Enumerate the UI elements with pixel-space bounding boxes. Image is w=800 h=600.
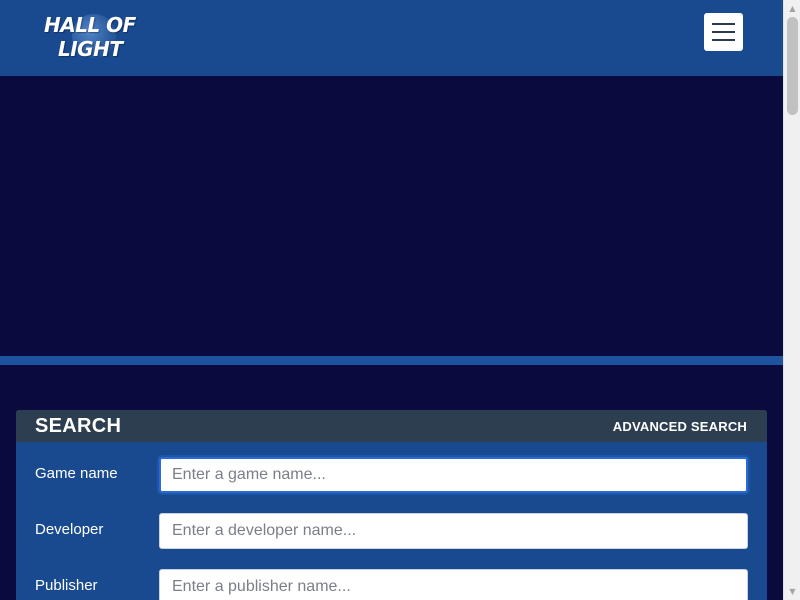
game-name-label: Game name: [35, 465, 118, 482]
search-title: SEARCH: [35, 415, 122, 437]
publisher-label: Publisher: [35, 577, 98, 594]
vertical-scrollbar[interactable]: ▲ ▼: [783, 0, 800, 600]
logo-text-line2: LIGHT: [58, 37, 123, 61]
advanced-search-link[interactable]: ADVANCED SEARCH: [613, 419, 747, 434]
search-panel-header: SEARCH ADVANCED SEARCH: [16, 410, 767, 442]
search-panel: SEARCH ADVANCED SEARCH Game name Develop…: [16, 410, 767, 600]
scroll-up-arrow-icon[interactable]: ▲: [784, 0, 800, 17]
scrollbar-thumb[interactable]: [787, 17, 798, 115]
browser-viewport: HALL OF LIGHT SEARCH ADVANCED SEARCH Gam…: [0, 0, 800, 600]
page: HALL OF LIGHT SEARCH ADVANCED SEARCH Gam…: [0, 0, 783, 600]
hamburger-menu-icon: [712, 23, 735, 25]
hall-of-light-logo[interactable]: HALL OF LIGHT: [44, 12, 136, 64]
hamburger-menu-icon-bar: [712, 31, 735, 33]
hamburger-menu-button[interactable]: [704, 13, 743, 51]
logo-text-line1: HALL OF: [44, 13, 136, 37]
hero-banner: [0, 76, 783, 356]
game-name-input[interactable]: [159, 457, 748, 493]
developer-label: Developer: [35, 521, 104, 538]
hero-divider-stripe: [0, 356, 783, 365]
hamburger-menu-icon-bar: [712, 39, 735, 41]
developer-input[interactable]: [159, 513, 748, 549]
site-header: HALL OF LIGHT: [0, 0, 783, 76]
scroll-down-arrow-icon[interactable]: ▼: [784, 583, 800, 600]
publisher-input[interactable]: [159, 569, 748, 600]
